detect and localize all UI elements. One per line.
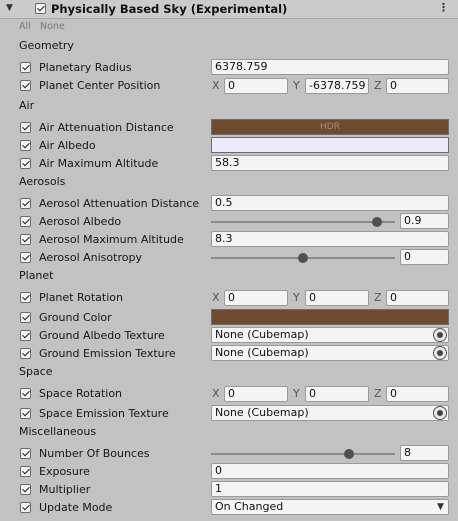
- planet-rotation-x-label: X: [212, 291, 220, 304]
- planet-rotation-z-field[interactable]: 0: [386, 290, 449, 306]
- aerosol-attenuation-label: Aerosol Attenuation Distance: [39, 197, 200, 210]
- override-checkbox-exposure[interactable]: [20, 466, 31, 477]
- space-rotation-x-field[interactable]: 0: [224, 386, 288, 402]
- override-checkbox-ground-emission-texture[interactable]: [20, 348, 31, 359]
- space-emission-texture-field[interactable]: None (Cubemap): [211, 405, 449, 421]
- planet-center-y-field[interactable]: -6378.759: [305, 78, 369, 94]
- section-air: Air: [19, 99, 35, 112]
- override-checkbox-number-of-bounces[interactable]: [20, 448, 31, 459]
- exposure-field[interactable]: 0: [211, 463, 449, 479]
- section-miscellaneous: Miscellaneous: [19, 425, 97, 438]
- multiplier-label: Multiplier: [39, 483, 91, 496]
- air-albedo-color-swatch[interactable]: [211, 137, 449, 153]
- planet-center-y-label: Y: [293, 79, 300, 92]
- ground-color-label: Ground Color: [39, 311, 112, 324]
- air-albedo-label: Air Albedo: [39, 139, 96, 152]
- override-checkbox-multiplier[interactable]: [20, 484, 31, 495]
- planet-rotation-y-field[interactable]: 0: [305, 290, 369, 306]
- air-max-altitude-label: Air Maximum Altitude: [39, 157, 159, 170]
- planet-center-label: Planet Center Position: [39, 79, 161, 92]
- space-rotation-y-label: Y: [293, 387, 300, 400]
- ground-albedo-texture-field[interactable]: None (Cubemap): [211, 327, 449, 343]
- planet-center-x-field[interactable]: 0: [224, 78, 288, 94]
- component-enabled-checkbox[interactable]: [35, 3, 46, 14]
- ground-albedo-texture-label: Ground Albedo Texture: [39, 329, 165, 342]
- override-checkbox-planet-center[interactable]: [20, 80, 31, 91]
- update-mode-dropdown[interactable]: On Changed: [211, 499, 449, 515]
- aerosol-max-altitude-field[interactable]: 8.3: [211, 231, 449, 247]
- override-checkbox-aerosol-albedo[interactable]: [20, 216, 31, 227]
- space-rotation-label: Space Rotation: [39, 387, 123, 400]
- foldout-arrow-icon[interactable]: ▼: [6, 3, 13, 13]
- aerosol-albedo-slider-track[interactable]: [211, 221, 395, 223]
- planet-rotation-x-field[interactable]: 0: [224, 290, 288, 306]
- space-rotation-y-field[interactable]: 0: [305, 386, 369, 402]
- component-title: Physically Based Sky (Experimental): [51, 2, 288, 16]
- select-all-link[interactable]: All: [19, 21, 31, 32]
- planet-rotation-label: Planet Rotation: [39, 291, 123, 304]
- number-of-bounces-slider-thumb[interactable]: [344, 449, 354, 459]
- number-of-bounces-slider-track[interactable]: [211, 453, 395, 455]
- planetary-radius-field[interactable]: 6378.759: [211, 59, 449, 75]
- ground-emission-texture-label: Ground Emission Texture: [39, 347, 176, 360]
- planetary-radius-label: Planetary Radius: [39, 61, 132, 74]
- planet-rotation-z-label: Z: [374, 291, 382, 304]
- ground-color-swatch[interactable]: [211, 309, 449, 325]
- aerosol-attenuation-field[interactable]: 0.5: [211, 195, 449, 211]
- aerosol-anisotropy-label: Aerosol Anisotropy: [39, 251, 142, 264]
- object-picker-icon[interactable]: [433, 328, 447, 342]
- multiplier-field[interactable]: 1: [211, 481, 449, 497]
- override-checkbox-aerosol-attenuation[interactable]: [20, 198, 31, 209]
- aerosol-albedo-slider-thumb[interactable]: [371, 217, 382, 227]
- ground-emission-texture-field[interactable]: None (Cubemap): [211, 345, 449, 361]
- space-rotation-z-label: Z: [374, 387, 382, 400]
- override-checkbox-air-max-altitude[interactable]: [20, 158, 31, 169]
- object-picker-icon[interactable]: [433, 346, 447, 360]
- air-max-altitude-field[interactable]: 58.3: [211, 155, 449, 171]
- section-geometry: Geometry: [19, 39, 74, 52]
- override-checkbox-update-mode[interactable]: [20, 502, 31, 513]
- override-checkbox-ground-color[interactable]: [20, 312, 31, 323]
- number-of-bounces-field[interactable]: 8: [400, 445, 449, 461]
- update-mode-label: Update Mode: [39, 501, 113, 514]
- override-checkbox-space-rotation[interactable]: [20, 388, 31, 399]
- override-checkbox-ground-albedo-texture[interactable]: [20, 330, 31, 341]
- chevron-down-icon: ▼: [437, 502, 444, 512]
- aerosol-albedo-field[interactable]: 0.9: [400, 213, 449, 229]
- section-planet: Planet: [19, 269, 54, 282]
- aerosol-anisotropy-field[interactable]: 0: [400, 249, 449, 265]
- override-checkbox-aerosol-max-altitude[interactable]: [20, 234, 31, 245]
- override-checkbox-space-emission-texture[interactable]: [20, 408, 31, 419]
- kebab-menu-icon[interactable]: ⋮: [438, 1, 449, 14]
- aerosol-max-altitude-label: Aerosol Maximum Altitude: [39, 233, 184, 246]
- space-rotation-z-field[interactable]: 0: [386, 386, 449, 402]
- select-none-link[interactable]: None: [40, 21, 65, 32]
- planet-rotation-y-label: Y: [293, 291, 300, 304]
- space-emission-texture-label: Space Emission Texture: [39, 407, 169, 420]
- override-checkbox-planet-rotation[interactable]: [20, 292, 31, 303]
- air-attenuation-label: Air Attenuation Distance: [39, 121, 174, 134]
- component-header: ▼ Physically Based Sky (Experimental) ⋮: [0, 0, 458, 19]
- override-checkbox-planetary-radius[interactable]: [20, 62, 31, 73]
- override-checkbox-air-attenuation[interactable]: [20, 122, 31, 133]
- space-rotation-x-label: X: [212, 387, 220, 400]
- planet-center-z-label: Z: [374, 79, 382, 92]
- exposure-label: Exposure: [39, 465, 90, 478]
- aerosol-anisotropy-slider-thumb[interactable]: [298, 253, 308, 263]
- object-picker-icon[interactable]: [433, 406, 447, 420]
- section-aerosols: Aerosols: [19, 175, 66, 188]
- override-checkbox-aerosol-anisotropy[interactable]: [20, 252, 31, 263]
- section-space: Space: [19, 365, 53, 378]
- aerosol-albedo-label: Aerosol Albedo: [39, 215, 122, 228]
- override-checkbox-air-albedo[interactable]: [20, 140, 31, 151]
- planet-center-z-field[interactable]: 0: [386, 78, 449, 94]
- planet-center-x-label: X: [212, 79, 220, 92]
- number-of-bounces-label: Number Of Bounces: [39, 447, 150, 460]
- air-attenuation-color-swatch[interactable]: HDR: [211, 119, 449, 135]
